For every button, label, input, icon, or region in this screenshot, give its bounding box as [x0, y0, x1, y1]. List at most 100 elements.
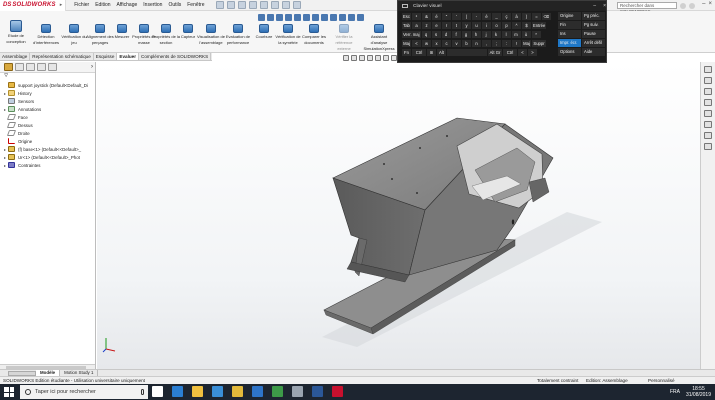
osk-key[interactable]: Suppr: [532, 40, 546, 47]
osk-key[interactable]: e: [432, 22, 441, 29]
osk-key[interactable]: ç: [502, 13, 511, 20]
edge-icon[interactable]: [172, 386, 183, 397]
tool-simulationxpress[interactable]: Assistant d'analyse SimulationXpress: [362, 24, 396, 52]
taskbar-search-input[interactable]: Taper ici pour rechercher: [20, 385, 148, 399]
osk-key[interactable]: <: [518, 49, 527, 56]
osk-key[interactable]: :: [502, 40, 511, 47]
settings-icon[interactable]: [292, 386, 303, 397]
osk-key[interactable]: Pause: [582, 30, 605, 38]
tree-item[interactable]: Face: [0, 113, 95, 121]
windows-start-icon[interactable]: [4, 387, 14, 397]
osk-key[interactable]: j: [481, 31, 491, 38]
osk-key[interactable]: c: [442, 40, 451, 47]
property-manager-icon[interactable]: [15, 63, 24, 71]
osk-key[interactable]: k: [491, 31, 501, 38]
osk-key[interactable]: f: [451, 31, 461, 38]
store-icon[interactable]: [212, 386, 223, 397]
osk-key[interactable]: ": [442, 13, 451, 20]
osk-key[interactable]: w: [422, 40, 431, 47]
solidworks-logo[interactable]: DS SOLIDWORKS ▸: [0, 0, 67, 11]
osk-key[interactable]: ⌫: [542, 13, 551, 20]
smart-fasteners-icon[interactable]: [276, 14, 283, 21]
osk-key[interactable]: >: [528, 49, 537, 56]
osk-key[interactable]: Fn: [402, 49, 411, 56]
update-icon[interactable]: [303, 14, 310, 21]
menu-tools[interactable]: Outils: [168, 2, 181, 8]
osk-key[interactable]: =: [532, 13, 541, 20]
osk-key[interactable]: s: [431, 31, 441, 38]
osk-key[interactable]: d: [441, 31, 451, 38]
osk-key[interactable]: o: [492, 22, 501, 29]
tree-item[interactable]: Dessus: [0, 121, 95, 129]
chevron-right-icon[interactable]: ▸: [60, 2, 63, 8]
tool-interference[interactable]: Détection d'interférences: [32, 24, 60, 46]
osk-key[interactable]: <: [412, 40, 421, 47]
explode-icon[interactable]: [285, 14, 292, 21]
clock[interactable]: 18:55 31/08/2019: [686, 386, 711, 398]
custom-properties-icon[interactable]: [704, 132, 712, 139]
osk-key[interactable]: b: [462, 40, 471, 47]
osk-key[interactable]: Pg suiv.: [582, 21, 605, 29]
tool-assembly-visualization[interactable]: Visualisation de l'assemblage: [197, 24, 225, 46]
chevron-right-icon[interactable]: ›: [91, 64, 93, 70]
save-icon[interactable]: [238, 1, 247, 9]
menu-insert[interactable]: Insertion: [143, 2, 162, 8]
word-icon[interactable]: [312, 386, 323, 397]
osk-key[interactable]: y: [462, 22, 471, 29]
osk-key[interactable]: _: [492, 13, 501, 20]
mate-icon[interactable]: [357, 14, 364, 21]
tree-item[interactable]: ▸ Annotations: [0, 105, 95, 113]
osk-key[interactable]: à: [512, 13, 521, 20]
view-palette-icon[interactable]: [704, 110, 712, 117]
tree-item[interactable]: Origine: [0, 137, 95, 145]
tool-external-reference[interactable]: Vérifier la référence externe: [330, 24, 358, 52]
osk-key[interactable]: Verr. maj: [402, 31, 421, 38]
osk-key[interactable]: a: [412, 22, 421, 29]
osk-key[interactable]: ': [452, 13, 461, 20]
osk-key[interactable]: ⊞: [427, 49, 436, 56]
osk-key[interactable]: Pg préc.: [582, 12, 605, 20]
tree-item[interactable]: ▸ Contraintes: [0, 161, 95, 169]
minimize-icon[interactable]: –: [593, 3, 596, 9]
osk-key[interactable]: p: [502, 22, 511, 29]
solidworks-icon[interactable]: [332, 386, 343, 397]
resources-icon[interactable]: [704, 77, 712, 84]
options-icon[interactable]: [293, 1, 302, 9]
osk-key[interactable]: ù: [521, 31, 531, 38]
design-library-icon[interactable]: [704, 88, 712, 95]
select-icon[interactable]: [271, 1, 280, 9]
close-icon[interactable]: ×: [603, 3, 606, 9]
osk-key[interactable]: *: [531, 31, 541, 38]
tree-item[interactable]: ▸ Ur<1> (Default<<Default>_Phot: [0, 153, 95, 161]
osk-key[interactable]: v: [452, 40, 461, 47]
osk-key[interactable]: g: [461, 31, 471, 38]
osk-key[interactable]: Options: [558, 48, 581, 56]
osk-key[interactable]: &: [422, 13, 431, 20]
tool-compare-documents[interactable]: Comparer les documents: [300, 24, 328, 46]
osk-key[interactable]: ,: [482, 40, 491, 47]
osk-key[interactable]: Ctrl: [503, 49, 517, 56]
view-orientation-icon[interactable]: [383, 55, 389, 61]
print-icon[interactable]: [249, 1, 258, 9]
osk-key[interactable]: ;: [492, 40, 501, 47]
tab-layout[interactable]: Représentation schématique: [30, 53, 94, 60]
menu-file[interactable]: Fichier: [74, 2, 89, 8]
graphics-area[interactable]: [97, 62, 700, 369]
osk-key[interactable]: h: [471, 31, 481, 38]
appearances-icon[interactable]: [704, 121, 712, 128]
osk-key[interactable]: Entrée: [532, 22, 547, 29]
zoom-fit-icon[interactable]: [343, 55, 349, 61]
language-indicator[interactable]: FRA: [670, 389, 680, 395]
undo-icon[interactable]: [260, 1, 269, 9]
rebuild-icon[interactable]: [282, 1, 291, 9]
osk-key[interactable]: Esc: [402, 13, 411, 20]
menu-edit[interactable]: Edition: [95, 2, 110, 8]
folder-icon[interactable]: [192, 386, 203, 397]
xbox-icon[interactable]: [272, 386, 283, 397]
filter-icon[interactable]: ⛛: [0, 73, 95, 81]
osk-key[interactable]: Alt Gr: [488, 49, 502, 56]
dynamic-annotation-icon[interactable]: [375, 55, 381, 61]
microphone-icon[interactable]: [141, 389, 144, 395]
chrome-icon[interactable]: [232, 386, 243, 397]
zoom-area-icon[interactable]: [351, 55, 357, 61]
